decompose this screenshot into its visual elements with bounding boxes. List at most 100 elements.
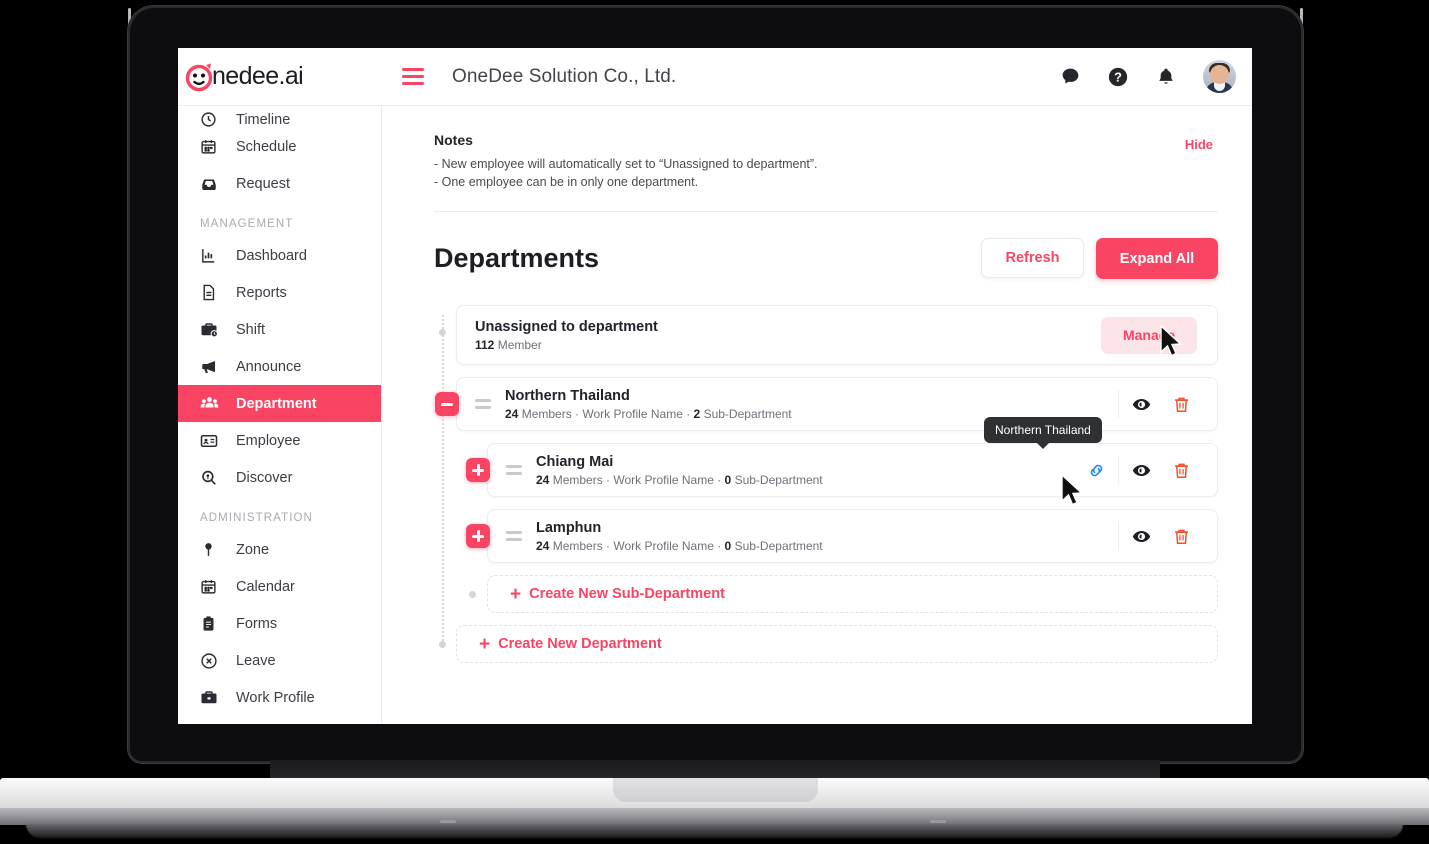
expand-all-button[interactable]: Expand All xyxy=(1096,238,1218,279)
sidebar-item-request[interactable]: Request xyxy=(178,165,381,202)
chart-icon xyxy=(200,247,226,264)
notes-panel: Notes Hide - New employee will automatic… xyxy=(434,106,1218,189)
sidebar-item-leave[interactable]: Leave xyxy=(178,642,381,679)
work-profile-name: Work Profile Name xyxy=(613,472,714,487)
sidebar-item-dashboard[interactable]: Dashboard xyxy=(178,237,381,274)
megaphone-icon xyxy=(200,358,226,376)
view-eye-icon[interactable] xyxy=(1121,384,1161,424)
sidebar-item-zone[interactable]: Zone xyxy=(178,531,381,568)
app-logo[interactable]: nedee.ai xyxy=(178,62,382,92)
sidebar-item-forms[interactable]: Forms xyxy=(178,605,381,642)
row-actions xyxy=(1076,444,1217,496)
laptop-screen: nedee.ai OneDee Solution Co., Ltd. ? Tim… xyxy=(178,48,1252,724)
action-divider xyxy=(1118,456,1119,484)
sidebar-section-administration: ADMINISTRATION xyxy=(200,512,313,524)
department-meta: 24 Members · Work Profile Name · 0 Sub-D… xyxy=(536,472,823,487)
bell-icon[interactable] xyxy=(1155,66,1177,88)
member-count: 112 xyxy=(475,337,495,352)
circle-x-icon xyxy=(200,652,226,670)
sidebar-item-employee[interactable]: Employee xyxy=(178,422,381,459)
expand-toggle-button[interactable] xyxy=(466,524,490,548)
sidebar-item-reports[interactable]: Reports xyxy=(178,274,381,311)
sidebar-item-label: Forms xyxy=(236,615,278,632)
view-eye-icon[interactable] xyxy=(1121,516,1161,556)
member-label: Members xyxy=(552,538,603,553)
laptop-base-foot xyxy=(26,824,1403,838)
sidebar-item-timeline[interactable]: Timeline xyxy=(178,106,381,128)
calendar-icon xyxy=(200,578,226,595)
link-tooltip: Northern Thailand xyxy=(984,417,1102,443)
notes-line-1: - New employee will automatically set to… xyxy=(434,157,818,171)
manage-button[interactable]: Manage xyxy=(1101,316,1197,354)
pin-icon xyxy=(200,541,226,558)
sub-count: 0 xyxy=(724,472,732,487)
department-meta: 112 Member xyxy=(475,338,658,352)
sidebar-item-shift[interactable]: Shift xyxy=(178,311,381,348)
drag-handle[interactable] xyxy=(506,465,522,475)
department-row-unassigned[interactable]: Unassigned to department 112 Member Mana… xyxy=(456,305,1218,365)
link-chain-icon[interactable] xyxy=(1076,450,1116,490)
sidebar-item-discover[interactable]: Discover xyxy=(178,459,381,496)
sidebar-item-label: Reports xyxy=(236,284,287,301)
sub-count: 0 xyxy=(724,538,732,553)
menu-toggle-button[interactable] xyxy=(402,68,424,85)
row-info: Lamphun 24 Members · Work Profile Name ·… xyxy=(536,520,823,553)
drag-handle[interactable] xyxy=(506,531,522,541)
department-row-parent[interactable]: Northern Thailand 24 Members · Work Prof… xyxy=(435,377,1218,431)
sidebar-item-calendar[interactable]: Calendar xyxy=(178,568,381,605)
plus-icon: + xyxy=(510,583,522,605)
laptop-base-front xyxy=(0,808,1429,825)
notes-hide-link[interactable]: Hide xyxy=(1185,137,1213,152)
department-row-child[interactable]: Lamphun 24 Members · Work Profile Name ·… xyxy=(466,509,1218,563)
avatar[interactable] xyxy=(1203,60,1236,93)
calendar-icon xyxy=(200,138,226,155)
sub-label: Sub-Department xyxy=(703,406,792,421)
member-count: 24 xyxy=(536,538,550,553)
delete-trash-icon[interactable] xyxy=(1161,450,1201,490)
search-location-icon xyxy=(200,469,226,487)
row-info: Northern Thailand 24 Members · Work Prof… xyxy=(505,388,792,421)
sidebar-item-label: Request xyxy=(236,175,291,192)
row-actions xyxy=(1116,378,1217,430)
help-icon[interactable]: ? xyxy=(1107,66,1129,88)
collapse-toggle-button[interactable] xyxy=(435,392,459,416)
refresh-button[interactable]: Refresh xyxy=(981,238,1084,278)
departments-actions: Refresh Expand All xyxy=(981,238,1218,279)
users-icon xyxy=(200,394,226,413)
chat-icon[interactable] xyxy=(1059,66,1081,88)
sidebar-section-management: MANAGEMENT xyxy=(200,218,294,230)
sidebar-item-label: Shift xyxy=(236,321,266,338)
sidebar-item-label: Dashboard xyxy=(236,247,307,264)
sidebar-item-label: Calendar xyxy=(236,578,295,595)
sidebar-item-label: Zone xyxy=(236,541,270,558)
app-body: Timeline Schedule Request MANAGEMENT Das… xyxy=(178,106,1252,724)
tree-node-dot xyxy=(438,329,446,336)
briefcase-clock-icon xyxy=(200,321,226,339)
delete-trash-icon[interactable] xyxy=(1161,516,1201,556)
sidebar-item-announce[interactable]: Announce xyxy=(178,348,381,385)
document-icon xyxy=(200,284,226,301)
work-profile-name: Work Profile Name xyxy=(613,538,714,553)
sidebar-item-schedule[interactable]: Schedule xyxy=(178,128,381,165)
sidebar-item-department[interactable]: Department xyxy=(178,385,381,422)
notes-title: Notes xyxy=(434,132,473,148)
delete-trash-icon[interactable] xyxy=(1161,384,1201,424)
member-label: Members xyxy=(521,406,572,421)
top-bar: nedee.ai OneDee Solution Co., Ltd. ? xyxy=(178,48,1252,106)
create-new-sub-department-button[interactable]: + Create New Sub-Department xyxy=(487,575,1218,613)
department-row-child[interactable]: Chiang Mai 24 Members · Work Profile Nam… xyxy=(466,443,1218,497)
create-new-department-button[interactable]: + Create New Department xyxy=(456,625,1218,663)
drag-handle[interactable] xyxy=(475,399,491,409)
tree-node-dot xyxy=(469,591,476,598)
sub-label: Sub-Department xyxy=(734,472,823,487)
sidebar-item-label: Announce xyxy=(236,358,302,375)
member-label: Members xyxy=(552,472,603,487)
sidebar-item-work-profile[interactable]: Work Profile xyxy=(178,679,381,716)
create-sub-label: Create New Sub-Department xyxy=(529,586,725,602)
department-name: Chiang Mai xyxy=(536,453,614,470)
view-eye-icon[interactable] xyxy=(1121,450,1161,490)
expand-toggle-button[interactable] xyxy=(466,458,490,482)
sidebar-item-label: Schedule xyxy=(236,138,297,155)
onedee-smiley-logo-icon xyxy=(185,62,215,92)
plus-icon: + xyxy=(479,633,491,655)
